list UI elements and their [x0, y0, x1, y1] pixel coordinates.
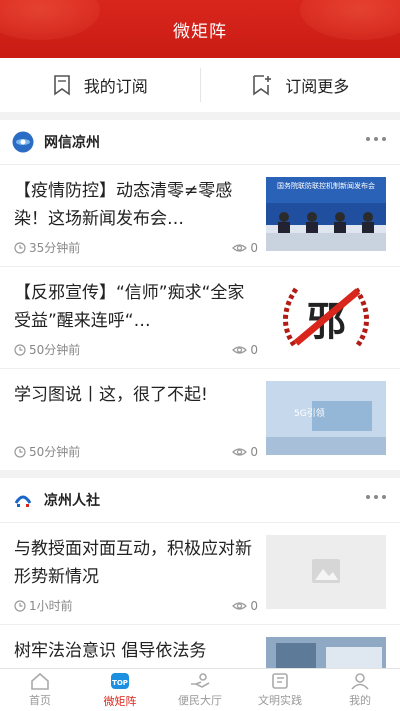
news-title: 【疫情防控】动态清零≠零感染！这场新闻发布会…	[14, 181, 233, 229]
news-title: 与教授面对面互动，积极应对新形势新情况	[14, 539, 252, 587]
eye-icon	[232, 447, 248, 456]
news-item[interactable]: 树牢法治意识 倡导依法务	[0, 624, 400, 668]
clock-icon	[14, 343, 26, 356]
more-subscriptions-button[interactable]: 订阅更多	[201, 58, 400, 112]
news-title: 学习图说丨这，很了不起!	[14, 385, 208, 405]
channel-header[interactable]: 凉州人社	[0, 478, 400, 522]
my-subscriptions-label: 我的订阅	[83, 77, 148, 96]
tab-label: 文明实践	[258, 694, 302, 707]
more-options-icon[interactable]	[366, 137, 386, 141]
news-thumbnail-anti-cult: 邪	[266, 279, 386, 353]
news-views: 0	[250, 240, 258, 255]
svg-text:TOP: TOP	[112, 679, 128, 687]
news-title: 树牢法治意识 倡导依法务	[14, 641, 207, 661]
news-item[interactable]: 学习图说丨这，很了不起! 50分钟前 0 5G引领	[0, 368, 400, 470]
clock-icon	[14, 241, 26, 254]
news-views: 0	[250, 598, 258, 613]
news-thumbnail-law	[266, 637, 386, 668]
tab-matrix[interactable]: TOP 微矩阵	[80, 669, 160, 711]
news-item[interactable]: 【疫情防控】动态清零≠零感染！这场新闻发布会… 35分钟前 0 国务院联防联控机…	[0, 164, 400, 266]
clock-icon	[14, 445, 26, 458]
more-options-icon[interactable]	[366, 495, 386, 499]
channel-name: 网信凉州	[44, 135, 100, 151]
news-thumbnail-5g: 5G引领	[266, 381, 386, 455]
tab-civilization[interactable]: 文明实践	[240, 669, 320, 711]
bookmark-add-icon	[253, 75, 272, 96]
home-icon	[31, 672, 49, 690]
channel-name: 凉州人社	[44, 493, 100, 509]
news-time: 1小时前	[29, 599, 73, 613]
eye-icon	[232, 345, 248, 354]
news-meta: 35分钟前 0	[14, 239, 258, 256]
app-header: 微矩阵	[0, 0, 400, 58]
page-title: 微矩阵	[173, 22, 227, 42]
clock-icon	[14, 599, 26, 612]
news-time: 35分钟前	[29, 241, 81, 255]
news-title: 【反邪宣传】“信师”痴求“全家受益”醒来连呼“…	[14, 283, 245, 331]
eye-icon	[232, 601, 248, 610]
tab-service-hall[interactable]: 便民大厅	[160, 669, 240, 711]
channel-header[interactable]: 网信凉州	[0, 120, 400, 164]
channel-section-renshe: 凉州人社 与教授面对面互动，积极应对新形势新情况 1小时前 0 树牢法治意识 倡…	[0, 478, 400, 668]
news-item[interactable]: 与教授面对面互动，积极应对新形势新情况 1小时前 0	[0, 522, 400, 624]
my-subscriptions-button[interactable]: 我的订阅	[0, 58, 200, 112]
eye-icon	[232, 243, 248, 252]
tab-label: 首页	[29, 694, 51, 707]
more-subscriptions-label: 订阅更多	[285, 77, 350, 96]
bottom-tab-bar: 首页 TOP 微矩阵 便民大厅 文明实践 我的	[0, 668, 400, 711]
news-item[interactable]: 【反邪宣传】“信师”痴求“全家受益”醒来连呼“… 50分钟前 0 邪	[0, 266, 400, 368]
news-views: 0	[250, 444, 258, 459]
banner-5g-text: 5G引领	[294, 407, 325, 419]
tab-profile[interactable]: 我的	[320, 669, 400, 711]
bookmark-icon	[53, 75, 70, 96]
channel-section-wangxin: 网信凉州 【疫情防控】动态清零≠零感染！这场新闻发布会… 35分钟前 0 国务院…	[0, 120, 400, 470]
news-thumbnail-press-conference: 国务院联防联控机制新闻发布会	[266, 177, 386, 251]
news-time: 50分钟前	[29, 343, 81, 357]
news-time: 50分钟前	[29, 445, 81, 459]
tab-home[interactable]: 首页	[0, 669, 80, 711]
flag-icon	[272, 673, 288, 689]
tab-label: 微矩阵	[103, 695, 137, 708]
news-views: 0	[250, 342, 258, 357]
user-icon	[351, 673, 369, 690]
image-placeholder	[266, 535, 386, 609]
tab-label: 便民大厅	[178, 694, 222, 707]
news-meta: 50分钟前 0	[14, 443, 258, 460]
news-meta: 1小时前 0	[14, 597, 258, 614]
hand-icon	[191, 673, 210, 688]
tab-label: 我的	[349, 694, 371, 707]
news-meta: 50分钟前 0	[14, 341, 258, 358]
subscribe-bar: 我的订阅 订阅更多	[0, 58, 400, 112]
channel-logo-icon	[14, 495, 32, 507]
channel-logo-icon	[12, 131, 34, 153]
press-conference-banner-text: 国务院联防联控机制新闻发布会	[277, 181, 375, 190]
matrix-icon: TOP	[111, 673, 129, 689]
